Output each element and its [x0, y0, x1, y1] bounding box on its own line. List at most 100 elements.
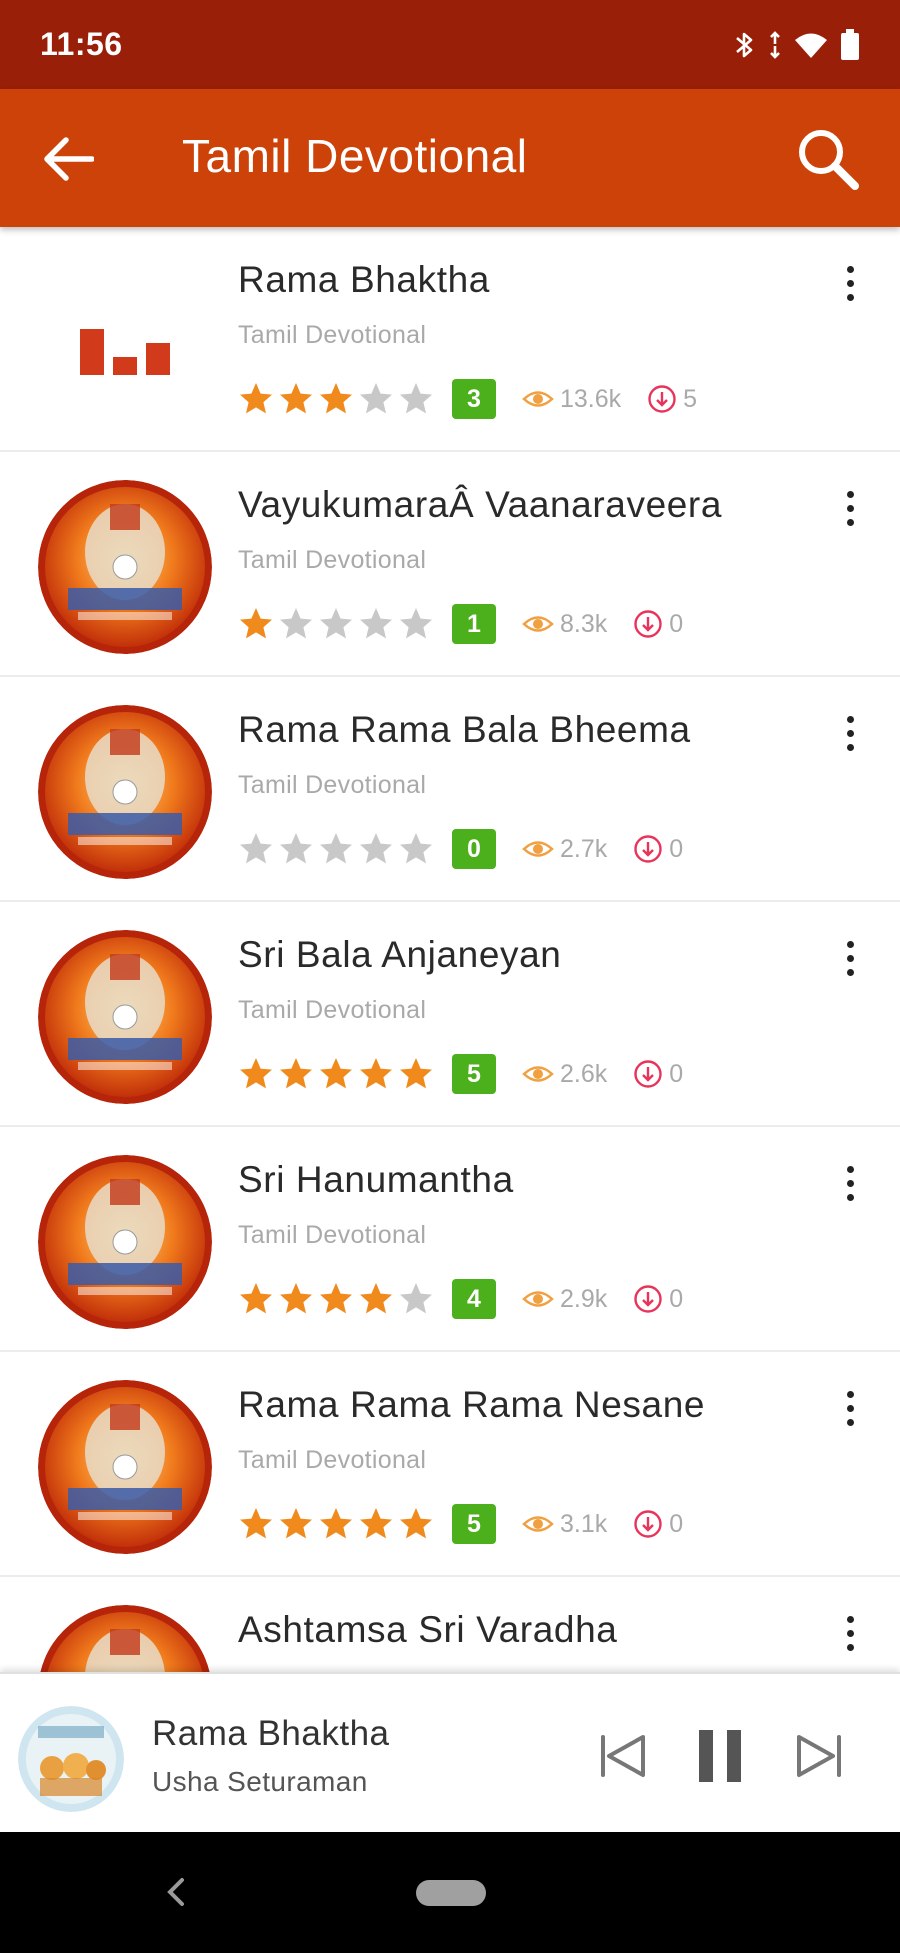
- more-options-button[interactable]: [836, 1605, 864, 1661]
- wifi-icon: [795, 33, 827, 58]
- skip-next-button[interactable]: [790, 1726, 850, 1786]
- song-title: Rama Rama Rama Nesane: [238, 1384, 706, 1425]
- star-filled-icon: [360, 1283, 392, 1314]
- views-count: 3.1k: [522, 1510, 607, 1539]
- star-filled-icon: [240, 1283, 272, 1314]
- downloads-value: 0: [669, 1284, 684, 1313]
- status-time: 11:56: [40, 26, 123, 62]
- song-stats: 0 2.7k 0: [238, 827, 683, 871]
- song-subtitle: Tamil Devotional: [238, 321, 427, 349]
- album-thumbnail[interactable]: [38, 705, 212, 879]
- song-row[interactable]: Rama Rama Rama Nesane Tamil Devotional 5…: [0, 1352, 900, 1577]
- nav-back-button[interactable]: [156, 1872, 196, 1912]
- song-row[interactable]: Ashtamsa Sri Varadha Tamil Devotional: [0, 1577, 900, 1672]
- home-pill-icon[interactable]: [416, 1880, 486, 1906]
- song-row[interactable]: VayukumaraÂ Vaanaraveera Tamil Devotiona…: [0, 452, 900, 677]
- views-value: 2.6k: [560, 1059, 608, 1088]
- song-subtitle: Tamil Devotional: [238, 771, 427, 799]
- rating-badge: 5: [452, 1054, 496, 1094]
- views-value: 3.1k: [560, 1509, 608, 1538]
- star-filled-icon: [280, 1283, 312, 1314]
- song-row[interactable]: Sri Hanumantha Tamil Devotional 4 2.9k 0: [0, 1127, 900, 1352]
- song-list[interactable]: Rama Bhaktha Tamil Devotional 3 13.6k 5: [0, 227, 900, 1672]
- views-value: 13.6k: [560, 384, 622, 413]
- views-icon: [522, 391, 554, 407]
- battery-icon: [841, 28, 859, 60]
- views-icon: [522, 841, 554, 857]
- views-count: 2.7k: [522, 835, 607, 864]
- star-filled-icon: [400, 1058, 432, 1089]
- more-options-button[interactable]: [836, 1155, 864, 1211]
- download-icon: [634, 610, 662, 638]
- song-stats: 5 3.1k 0: [238, 1502, 683, 1546]
- star-filled-icon: [240, 383, 272, 414]
- more-options-button[interactable]: [836, 255, 864, 311]
- pause-button[interactable]: [690, 1726, 750, 1786]
- download-icon: [634, 1285, 662, 1313]
- song-stats: 5 2.6k 0: [238, 1052, 683, 1096]
- star-empty-icon: [320, 833, 352, 864]
- star-filled-icon: [320, 1283, 352, 1314]
- album-thumbnail[interactable]: [38, 1380, 212, 1554]
- mini-player[interactable]: Rama Bhaktha Usha Seturaman: [0, 1672, 900, 1832]
- player-album-art[interactable]: [18, 1706, 124, 1812]
- song-subtitle: Tamil Devotional: [238, 546, 427, 574]
- song-subtitle: Tamil Devotional: [238, 1446, 427, 1474]
- star-empty-icon: [360, 608, 392, 639]
- arrow-left-icon: [44, 137, 94, 181]
- album-thumbnail[interactable]: [38, 1605, 212, 1672]
- download-icon: [634, 1060, 662, 1088]
- page-title: Tamil Devotional: [182, 130, 528, 182]
- song-title: Sri Bala Anjaneyan: [238, 934, 562, 975]
- star-empty-icon: [400, 608, 432, 639]
- views-icon: [522, 1516, 554, 1532]
- song-title: Ashtamsa Sri Varadha: [238, 1609, 618, 1650]
- downloads-count: 0: [633, 1509, 683, 1539]
- star-filled-icon: [400, 1508, 432, 1539]
- star-filled-icon: [280, 1058, 312, 1089]
- star-empty-icon: [400, 1283, 432, 1314]
- downloads-count: 0: [633, 1284, 683, 1314]
- search-icon: [799, 130, 859, 190]
- more-options-button[interactable]: [836, 480, 864, 536]
- player-title: Rama Bhaktha: [152, 1714, 390, 1753]
- downloads-count: 5: [647, 384, 697, 414]
- song-row[interactable]: Rama Rama Bala Bheema Tamil Devotional 0…: [0, 677, 900, 902]
- downloads-value: 0: [669, 1059, 684, 1088]
- song-row[interactable]: Rama Bhaktha Tamil Devotional 3 13.6k 5: [0, 227, 900, 452]
- back-button[interactable]: [36, 127, 100, 191]
- song-subtitle: Tamil Devotional: [238, 996, 427, 1024]
- song-subtitle: Tamil Devotional: [238, 1221, 427, 1249]
- rating-badge: 0: [452, 829, 496, 869]
- album-thumbnail[interactable]: [38, 1155, 212, 1329]
- more-options-button[interactable]: [836, 930, 864, 986]
- album-thumbnail[interactable]: [38, 480, 212, 654]
- rating-stars: [238, 1281, 434, 1317]
- more-options-button[interactable]: [836, 1380, 864, 1436]
- downloads-count: 0: [633, 609, 683, 639]
- downloads-count: 0: [633, 834, 683, 864]
- pause-icon: [699, 1730, 741, 1782]
- system-nav-bar: [0, 1832, 900, 1953]
- song-stats: 3 13.6k 5: [238, 377, 697, 421]
- views-value: 2.7k: [560, 834, 608, 863]
- search-button[interactable]: [792, 123, 864, 195]
- downloads-value: 0: [669, 609, 684, 638]
- rating-badge: 3: [452, 379, 496, 419]
- views-value: 8.3k: [560, 609, 608, 638]
- star-empty-icon: [240, 833, 272, 864]
- song-row[interactable]: Sri Bala Anjaneyan Tamil Devotional 5 2.…: [0, 902, 900, 1127]
- star-filled-icon: [280, 1508, 312, 1539]
- data-arrows-icon: [770, 30, 780, 59]
- download-icon: [634, 1510, 662, 1538]
- views-count: 8.3k: [522, 610, 607, 639]
- album-thumbnail[interactable]: [38, 930, 212, 1104]
- star-filled-icon: [240, 1508, 272, 1539]
- views-icon: [522, 1291, 554, 1307]
- downloads-count: 0: [633, 1059, 683, 1089]
- star-filled-icon: [320, 1058, 352, 1089]
- rating-badge: 5: [452, 1504, 496, 1544]
- more-options-button[interactable]: [836, 705, 864, 761]
- star-filled-icon: [360, 1058, 392, 1089]
- skip-previous-button[interactable]: [592, 1726, 652, 1786]
